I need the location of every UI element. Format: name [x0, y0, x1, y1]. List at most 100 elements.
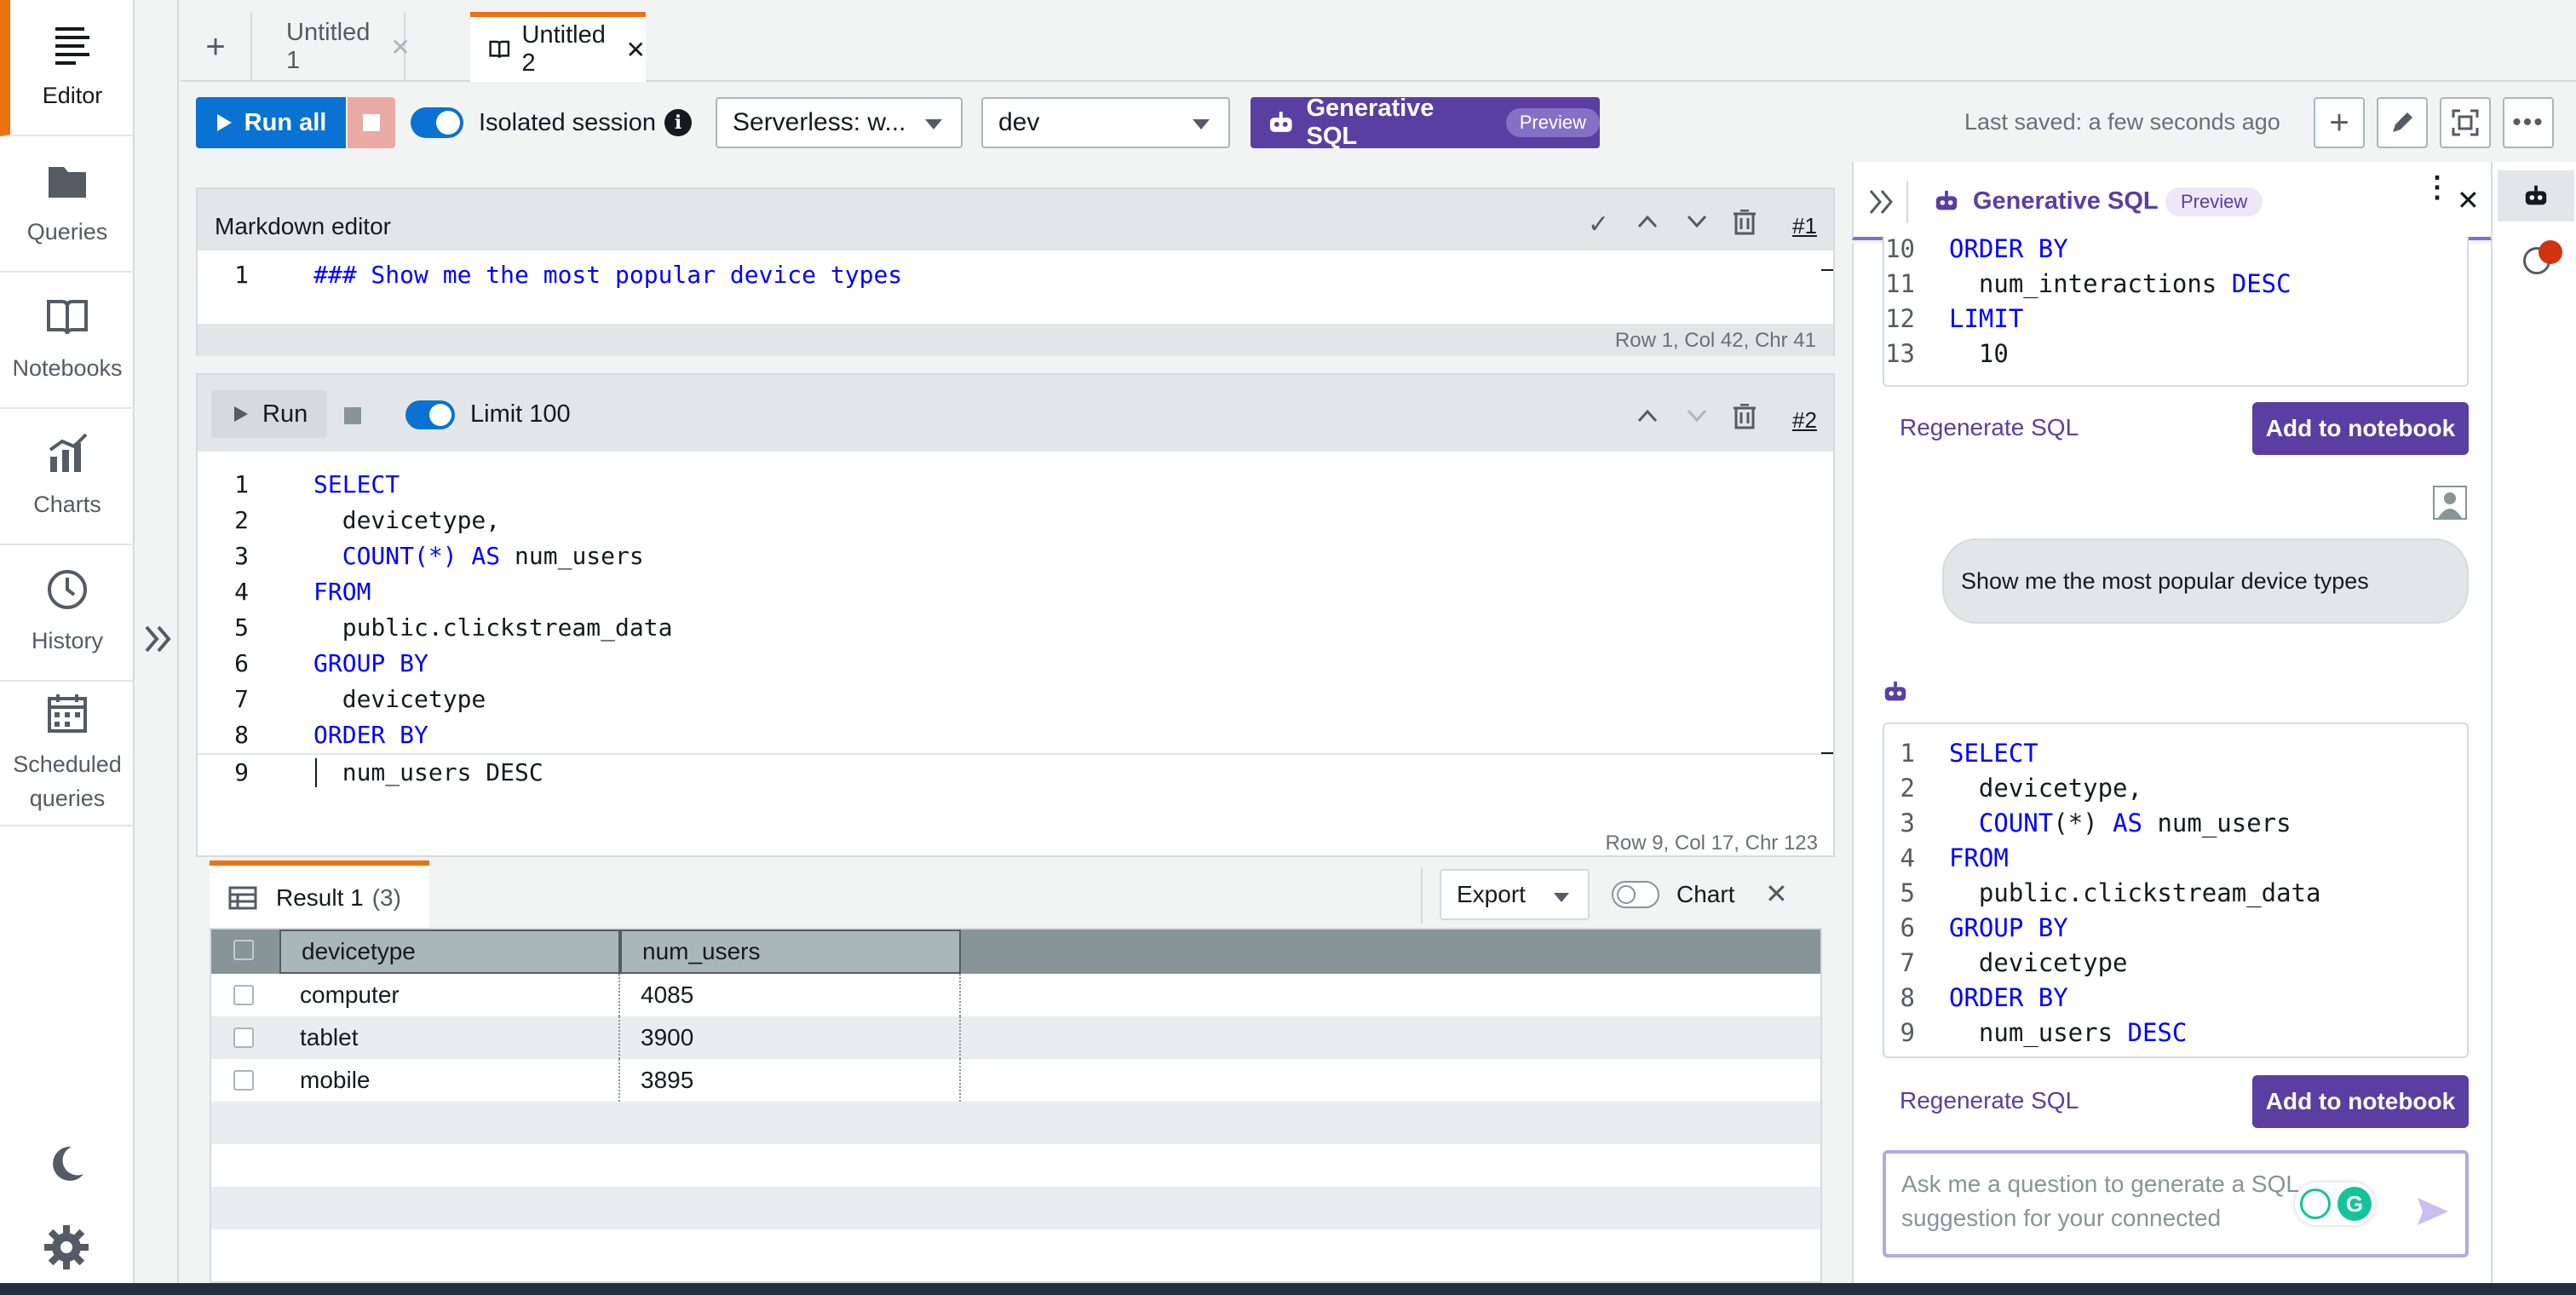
cell-1-status: Row 1, Col 42, Chr 41: [1614, 329, 1816, 352]
result-tab-label: Result 1: [276, 884, 364, 911]
code-text: devicetype: [1949, 948, 2128, 977]
more-options-button[interactable]: •••: [2503, 97, 2554, 148]
move-up-chevron-icon[interactable]: [1637, 215, 1658, 228]
send-icon[interactable]: [2416, 1196, 2450, 1227]
add-to-notebook-button-1[interactable]: Add to notebook: [2252, 402, 2469, 455]
close-panel-icon[interactable]: ✕: [2457, 184, 2480, 216]
move-down-chevron-icon[interactable]: [1687, 409, 1707, 423]
line-number: 3: [1900, 809, 1915, 837]
trash-icon[interactable]: [1733, 404, 1757, 429]
code-text: ORDER BY: [313, 717, 428, 753]
connection-value: Serverless: w...: [733, 108, 906, 136]
code-text: ORDER BY: [1949, 983, 2068, 1012]
tab-close-icon[interactable]: ✕: [390, 33, 410, 61]
chart-toggle[interactable]: [1612, 881, 1659, 908]
code-text: public.clickstream_data: [313, 610, 673, 646]
fullscreen-button[interactable]: [2440, 97, 2491, 148]
export-dropdown[interactable]: Export: [1440, 869, 1590, 920]
stop-icon[interactable]: [344, 407, 361, 424]
markdown-editor[interactable]: 1 ### Show me the most popular device ty…: [198, 252, 1833, 320]
tab-untitled-1[interactable]: Untitled 1 ✕: [262, 12, 411, 82]
table-icon: [228, 886, 257, 910]
database-select[interactable]: dev: [981, 97, 1230, 148]
run-button[interactable]: Run: [211, 390, 327, 438]
generative-sql-tab[interactable]: [2498, 170, 2574, 222]
nav-editor[interactable]: Editor: [0, 0, 135, 136]
panel-preview-badge: Preview: [2165, 187, 2263, 216]
isolated-session-toggle[interactable]: [411, 107, 463, 138]
table-cell: 4085: [620, 974, 961, 1016]
code-line: 3 COUNT(*) AS num_users: [198, 538, 1833, 574]
last-saved-status: Last saved: a few seconds ago: [1964, 109, 2280, 135]
run-all-button[interactable]: Run all: [196, 97, 346, 148]
nav-scheduled-queries[interactable]: Scheduled queries: [0, 682, 135, 826]
close-result-icon[interactable]: ✕: [1765, 878, 1788, 910]
tab-untitled-2[interactable]: Untitled 2 ✕: [470, 12, 646, 82]
nav-history[interactable]: History: [0, 545, 135, 682]
limit-toggle[interactable]: [405, 400, 455, 429]
table-row[interactable]: mobile 3895: [211, 1059, 1820, 1102]
code-line: 4 FROM: [198, 574, 1833, 610]
move-up-chevron-icon[interactable]: [1637, 409, 1658, 423]
dark-mode-moon-icon[interactable]: [46, 1142, 89, 1184]
collapse-panel-chevron-icon[interactable]: [1867, 187, 1896, 216]
stop-all-button[interactable]: [348, 97, 395, 148]
connection-select[interactable]: Serverless: w...: [716, 97, 963, 148]
sql-keyword: GROUP BY: [313, 649, 428, 677]
expand-panel-chevron-icon[interactable]: [141, 622, 174, 656]
text-cursor: [315, 758, 317, 787]
table-row[interactable]: computer 4085: [211, 974, 1820, 1016]
grammar-widget[interactable]: G: [2295, 1183, 2375, 1225]
sql-text: devicetype: [313, 685, 486, 713]
edit-button[interactable]: [2377, 97, 2428, 148]
question-input[interactable]: Ask me a question to generate a SQL sugg…: [1883, 1150, 2469, 1258]
notebook-toolbar: Run all Isolated session i Serverless: w…: [181, 83, 2576, 162]
line-number: 4: [1900, 843, 1915, 872]
nav-notebooks-label: Notebooks: [12, 355, 123, 381]
nav-queries-label: Queries: [26, 219, 108, 245]
regenerate-sql-link-1[interactable]: Regenerate SQL: [1900, 414, 2079, 441]
cell-index-1[interactable]: #1: [1792, 213, 1817, 239]
add-to-notebook-button-2[interactable]: Add to notebook: [2252, 1075, 2469, 1128]
cell-index-2[interactable]: #2: [1792, 407, 1817, 434]
trash-icon[interactable]: [1733, 210, 1757, 235]
assistant-robot-icon: [1884, 681, 1906, 701]
info-icon[interactable]: i: [664, 109, 692, 136]
add-cell-button[interactable]: +: [2314, 97, 2365, 148]
tab-close-icon[interactable]: ✕: [626, 36, 646, 64]
row-checkbox[interactable]: [233, 1070, 254, 1091]
table-cell: tablet: [279, 1016, 620, 1059]
result-tab[interactable]: Result 1 (3): [210, 860, 429, 930]
column-header-devicetype[interactable]: devicetype: [279, 930, 620, 974]
table-row[interactable]: tablet 3900: [211, 1016, 1820, 1059]
row-checkbox[interactable]: [233, 1027, 254, 1048]
tab-bar: + Untitled 1 ✕ Untitled 2 ✕: [181, 9, 2576, 82]
nav-charts[interactable]: Charts: [0, 409, 135, 545]
move-down-chevron-icon[interactable]: [1687, 215, 1707, 228]
sql-editor[interactable]: 1 SELECT 2 devicetype, 3 COUNT(*) AS num_us…: [198, 467, 1833, 799]
panel-header: Generative SQL Preview ⋮ ✕: [1852, 162, 2491, 240]
new-tab-plus-icon[interactable]: +: [181, 12, 252, 82]
folder-icon: [49, 167, 86, 198]
settings-gear-icon[interactable]: [43, 1223, 90, 1271]
regenerate-sql-link-2[interactable]: Regenerate SQL: [1900, 1087, 2079, 1114]
panel-menu-icon[interactable]: ⋮: [2423, 173, 2452, 202]
column-header-num-users[interactable]: num_users: [620, 930, 961, 974]
focus-icon: [2452, 109, 2479, 136]
nav-queries[interactable]: Queries: [0, 136, 135, 273]
generative-sql-label: Generative SQL: [1306, 95, 1435, 150]
select-all-checkbox[interactable]: [233, 940, 254, 960]
generative-sql-button[interactable]: Generative SQL Preview: [1251, 95, 1600, 150]
line-number: 10: [1885, 237, 1915, 263]
clock-icon: [48, 570, 87, 609]
checkmark-icon[interactable]: ✓: [1588, 210, 1609, 239]
code-text: num_interactions DESC: [1949, 269, 2291, 298]
nav-scheduled-label: Scheduled queries: [13, 751, 122, 811]
row-checkbox[interactable]: [233, 985, 254, 1005]
nav-history-label: History: [31, 628, 103, 653]
empty-row: [211, 1102, 1820, 1144]
table-cell: 3895: [620, 1059, 961, 1102]
empty-row: [211, 1144, 1820, 1187]
nav-charts-label: Charts: [33, 492, 101, 517]
nav-notebooks[interactable]: Notebooks: [0, 273, 135, 409]
